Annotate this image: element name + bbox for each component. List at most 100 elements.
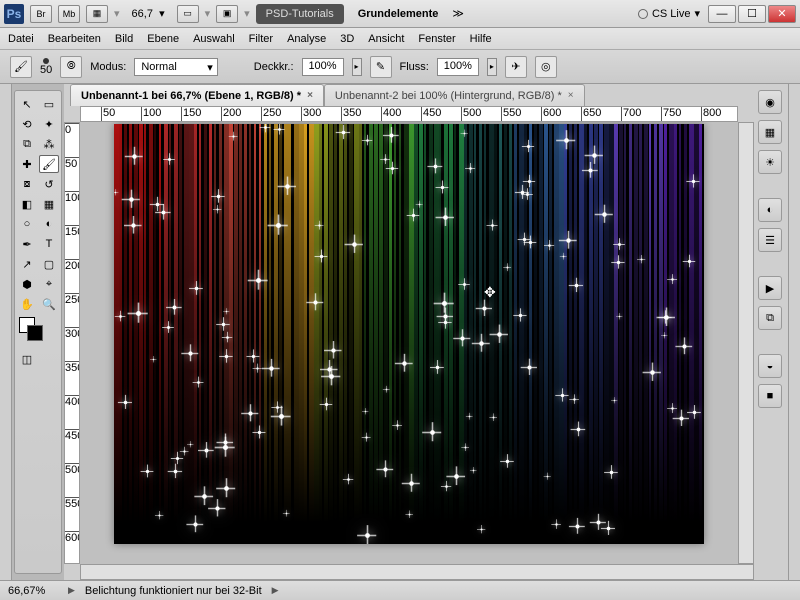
close-button[interactable]: ✕	[768, 5, 796, 23]
tool-eraser[interactable]: ◧	[17, 195, 37, 213]
tool-brush[interactable]: 🖌	[39, 155, 59, 173]
panel-adjust-icon[interactable]: ☀	[758, 150, 782, 174]
tool-type[interactable]: T	[39, 235, 59, 253]
menu-bearbeiten[interactable]: Bearbeiten	[48, 33, 101, 45]
tool-3dcam[interactable]: ⌖	[39, 275, 59, 293]
tool-path[interactable]: ↗	[17, 255, 37, 273]
menu-analyse[interactable]: Analyse	[287, 33, 326, 45]
tool-eyedropper[interactable]: ⁂	[39, 135, 59, 153]
right-dock-gutter	[788, 84, 800, 580]
canvas[interactable]: ✥	[114, 124, 704, 544]
tool-shape[interactable]: ▢	[39, 255, 59, 273]
app-logo: Ps	[4, 4, 24, 24]
tablet-size-icon[interactable]: ◎	[535, 56, 557, 78]
cursor-icon: ✥	[484, 284, 496, 301]
tool-palette: ↖▭⟲✦⧉⁂✚🖌⧇↺◧▦○◐✒T↗▢⬢⌖✋🔍 ◫	[14, 90, 62, 574]
canvas-viewport[interactable]: ✥	[80, 122, 738, 564]
minimize-button[interactable]: —	[708, 5, 736, 23]
flow-input[interactable]: 100%	[437, 58, 479, 76]
left-dock-gutter	[0, 84, 12, 580]
flow-label: Fluss:	[400, 61, 429, 73]
tool-heal[interactable]: ✚	[17, 155, 37, 173]
menu-auswahl[interactable]: Auswahl	[193, 33, 235, 45]
document-tabs: Unbenannt-1 bei 66,7% (Ebene 1, RGB/8) *…	[64, 84, 754, 106]
maximize-button[interactable]: ☐	[738, 5, 766, 23]
tool-history[interactable]: ↺	[39, 175, 59, 193]
tool-wand[interactable]: ✦	[39, 115, 59, 133]
tool-zoom[interactable]: 🔍	[39, 295, 59, 313]
panel-layers-icon[interactable]: ☰	[758, 228, 782, 252]
tab-close-icon[interactable]: ×	[568, 90, 574, 101]
document-tab-0[interactable]: Unbenannt-1 bei 66,7% (Ebene 1, RGB/8) *…	[70, 84, 324, 106]
screen-mode-button[interactable]: ▣	[216, 5, 238, 23]
cslive-icon	[638, 9, 648, 19]
minibridge-button[interactable]: Mb	[58, 5, 80, 23]
menu-ansicht[interactable]: Ansicht	[368, 33, 404, 45]
tool-lasso[interactable]: ⟲	[17, 115, 37, 133]
menu-filter[interactable]: Filter	[249, 33, 273, 45]
ruler-vertical[interactable]: 050100150200250300350400450500550600	[64, 122, 80, 564]
tab-label: Unbenannt-1 bei 66,7% (Ebene 1, RGB/8) *	[81, 90, 301, 102]
tool-blur[interactable]: ○	[17, 215, 37, 233]
tool-stamp[interactable]: ⧇	[17, 175, 37, 193]
tool-dodge[interactable]: ◐	[39, 215, 59, 233]
background-swatch[interactable]	[27, 325, 43, 341]
arrange-button[interactable]: ▭	[177, 5, 199, 23]
menu-ebene[interactable]: Ebene	[147, 33, 179, 45]
panel-symbol-icon[interactable]: ■	[758, 384, 782, 408]
titlebar: Ps Br Mb ▦ ▾ 66,7 ▾ ▭▾ ▣▾ PSD-Tutorials …	[0, 0, 800, 28]
tool-hand[interactable]: ✋	[17, 295, 37, 313]
status-info: Belichtung funktioniert nur bei 32-Bit	[85, 585, 262, 597]
view-extras-button[interactable]: ▦	[86, 5, 108, 23]
color-swatches[interactable]	[17, 315, 37, 343]
status-info-arrow[interactable]: ▶	[272, 585, 279, 596]
workspace-more-icon[interactable]: ≫	[452, 7, 464, 20]
opacity-flyout[interactable]: ▸	[352, 58, 362, 76]
status-bar: 66,67% ▶ Belichtung funktioniert nur bei…	[0, 580, 800, 600]
menu-fenster[interactable]: Fenster	[418, 33, 455, 45]
document-area: Unbenannt-1 bei 66,7% (Ebene 1, RGB/8) *…	[64, 84, 754, 580]
scrollbar-horizontal[interactable]	[80, 564, 754, 580]
zoom-dropdown[interactable]: 66,7 ▾	[126, 5, 171, 22]
menu-hilfe[interactable]: Hilfe	[470, 33, 492, 45]
tool-pen[interactable]: ✒	[17, 235, 37, 253]
menu-datei[interactable]: Datei	[8, 33, 34, 45]
tablet-opacity-icon[interactable]: ✎	[370, 56, 392, 78]
workspace-active[interactable]: PSD-Tutorials	[256, 4, 344, 24]
panel-swatches-icon[interactable]: ▦	[758, 120, 782, 144]
document-tab-1[interactable]: Unbenannt-2 bei 100% (Hintergrund, RGB/8…	[324, 84, 585, 106]
blend-mode-select[interactable]: Normal▾	[134, 58, 217, 76]
tool-move[interactable]: ↖	[17, 95, 37, 113]
modus-label: Modus:	[90, 61, 126, 73]
menubar: Datei Bearbeiten Bild Ebene Auswahl Filter Ana…	[0, 28, 800, 50]
tab-close-icon[interactable]: ×	[307, 90, 313, 101]
cslive-button[interactable]: CS Live ▾	[632, 5, 706, 22]
panel-mask-icon[interactable]: ◐	[758, 198, 782, 222]
options-bar: 🖌 50 ⦾ Modus: Normal▾ Deckkr.: 100% ▸ ✎ …	[0, 50, 800, 84]
ruler-horizontal[interactable]: 5010015020025030035040045050055060065070…	[80, 106, 738, 122]
brush-panel-toggle[interactable]: ⦾	[60, 56, 82, 78]
tool-crop[interactable]: ⧉	[17, 135, 37, 153]
panel-timeline-icon[interactable]: ⧉	[758, 306, 782, 330]
airbrush-icon[interactable]: ✈	[505, 56, 527, 78]
tool-gradient[interactable]: ▦	[39, 195, 59, 213]
panel-brush2-icon[interactable]: ◒	[758, 354, 782, 378]
tool-3d[interactable]: ⬢	[17, 275, 37, 293]
tool-preset-icon[interactable]: 🖌	[10, 56, 32, 78]
tool-marquee[interactable]: ▭	[39, 95, 59, 113]
menu-bild[interactable]: Bild	[115, 33, 133, 45]
status-arrow-icon[interactable]: ▶	[68, 585, 75, 596]
panel-color-icon[interactable]: ◉	[758, 90, 782, 114]
scrollbar-vertical[interactable]	[738, 122, 754, 564]
menu-3d[interactable]: 3D	[340, 33, 354, 45]
opacity-input[interactable]: 100%	[302, 58, 344, 76]
flow-flyout[interactable]: ▸	[487, 58, 497, 76]
right-panel-dock: ◉ ▦ ☀ ◐ ☰ ▶ ⧉ ◒ ■	[754, 84, 788, 580]
brush-preset-picker[interactable]: 50	[40, 58, 52, 76]
opacity-label: Deckkr.:	[254, 61, 294, 73]
bridge-button[interactable]: Br	[30, 5, 52, 23]
quickmask-toggle[interactable]: ◫	[17, 345, 37, 373]
status-zoom[interactable]: 66,67%	[8, 585, 58, 597]
panel-play-icon[interactable]: ▶	[758, 276, 782, 300]
workspace-other[interactable]: Grundelemente	[350, 4, 447, 24]
